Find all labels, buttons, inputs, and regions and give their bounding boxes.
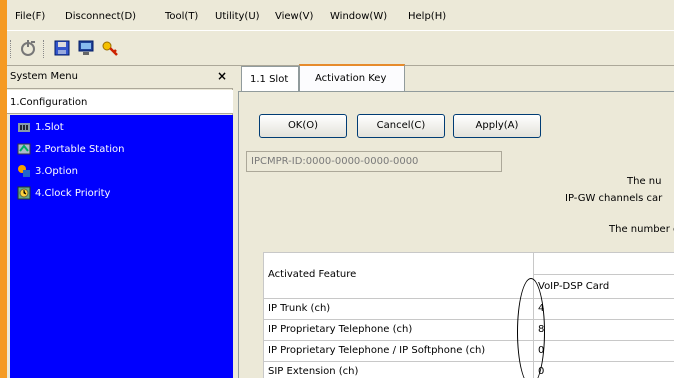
toolbar-grip bbox=[10, 40, 13, 58]
configuration-header[interactable]: 1.Configuration bbox=[7, 90, 233, 114]
tab-slot[interactable]: 1.1 Slot bbox=[241, 66, 299, 91]
tab-activation-key[interactable]: Activation Key bbox=[299, 64, 405, 91]
menu-help[interactable]: Help(H) bbox=[408, 10, 446, 24]
toolbar-separator bbox=[43, 40, 46, 58]
ipcmpr-id-field: IPCMPR-ID:0000-0000-0000-0000 bbox=[246, 151, 502, 172]
tree-item-label: 2.Portable Station bbox=[35, 144, 125, 155]
table-cell-value: 0 bbox=[534, 362, 674, 378]
tab-slot-label: 1.1 Slot bbox=[250, 74, 289, 85]
table-cell-value: 4 bbox=[534, 299, 674, 320]
info-text-line2: IP-GW channels car bbox=[565, 193, 663, 204]
highlight-oval bbox=[517, 278, 545, 378]
info-text-line3: The number c bbox=[609, 224, 674, 235]
menu-view[interactable]: View(V) bbox=[275, 10, 313, 24]
tree-item-slot[interactable]: 1.Slot bbox=[17, 119, 137, 139]
feature-name: IP Proprietary Telephone (ch) bbox=[268, 324, 413, 335]
panel-title: System Menu bbox=[10, 71, 78, 82]
header-voip-dsp-card-label: VoIP-DSP Card bbox=[538, 281, 610, 292]
activation-key-content: OK(O) Cancel(C) Apply(A) IPCMPR-ID:0000-… bbox=[238, 91, 674, 378]
portable-station-icon bbox=[17, 143, 31, 155]
feature-name: SIP Extension (ch) bbox=[268, 366, 359, 377]
tab-activation-key-label: Activation Key bbox=[315, 73, 387, 84]
tree-item-option[interactable]: 3.Option bbox=[17, 163, 137, 183]
header-activated-feature: Activated Feature bbox=[264, 253, 534, 299]
system-menu-panel: System Menu × 1.Configuration 1.Slot 2.P… bbox=[7, 66, 233, 378]
connect-icon[interactable] bbox=[19, 39, 37, 57]
header-activated-feature-label: Activated Feature bbox=[268, 269, 357, 280]
menu-file[interactable]: File(F) bbox=[15, 10, 45, 24]
menu-tool[interactable]: Tool(T) bbox=[165, 10, 198, 24]
table-row: IP Trunk (ch) bbox=[264, 299, 534, 320]
table-row: SIP Extension (ch) bbox=[264, 362, 534, 378]
header-card-group bbox=[534, 253, 674, 275]
config-tree: 1.Slot 2.Portable Station 3.Option 4.Clo… bbox=[10, 115, 233, 378]
close-icon[interactable]: × bbox=[217, 70, 227, 82]
table-row: IP Proprietary Telephone / IP Softphone … bbox=[264, 341, 534, 362]
tree-item-label: 4.Clock Priority bbox=[35, 188, 111, 199]
ok-button[interactable]: OK(O) bbox=[259, 114, 347, 138]
monitor-icon[interactable] bbox=[77, 39, 95, 57]
menu-utility[interactable]: Utility(U) bbox=[215, 10, 260, 24]
cancel-button[interactable]: Cancel(C) bbox=[357, 114, 445, 138]
slot-icon bbox=[18, 123, 30, 132]
tree-item-label: 1.Slot bbox=[35, 122, 64, 133]
tree-item-portable-station[interactable]: 2.Portable Station bbox=[17, 141, 177, 161]
table-cell-value: 0 bbox=[534, 341, 674, 362]
menu-bar: File(F) Disconnect(D) Tool(T) Utility(U)… bbox=[7, 0, 674, 30]
panel-header: System Menu × bbox=[7, 66, 233, 89]
save-icon[interactable] bbox=[53, 39, 71, 57]
table-row: IP Proprietary Telephone (ch) bbox=[264, 320, 534, 341]
activated-feature-table: Activated Feature VoIP-DSP Card IP Trunk… bbox=[263, 252, 674, 378]
info-text-line1: The nu bbox=[627, 176, 662, 187]
table-cell-value: 8 bbox=[534, 320, 674, 341]
toolbar bbox=[7, 30, 674, 66]
feature-name: IP Trunk (ch) bbox=[268, 303, 331, 314]
clock-priority-icon bbox=[17, 186, 31, 200]
menu-disconnect[interactable]: Disconnect(D) bbox=[65, 10, 136, 24]
side-accent-bar bbox=[0, 0, 7, 378]
option-icon bbox=[18, 165, 30, 177]
tree-item-clock-priority[interactable]: 4.Clock Priority bbox=[17, 185, 157, 205]
header-voip-dsp-card: VoIP-DSP Card bbox=[534, 275, 674, 299]
menu-window[interactable]: Window(W) bbox=[330, 10, 387, 24]
tree-item-label: 3.Option bbox=[35, 166, 78, 177]
key-icon[interactable] bbox=[101, 39, 119, 57]
feature-name: IP Proprietary Telephone / IP Softphone … bbox=[268, 345, 486, 356]
configuration-label: 1.Configuration bbox=[10, 97, 88, 108]
apply-button[interactable]: Apply(A) bbox=[453, 114, 541, 138]
